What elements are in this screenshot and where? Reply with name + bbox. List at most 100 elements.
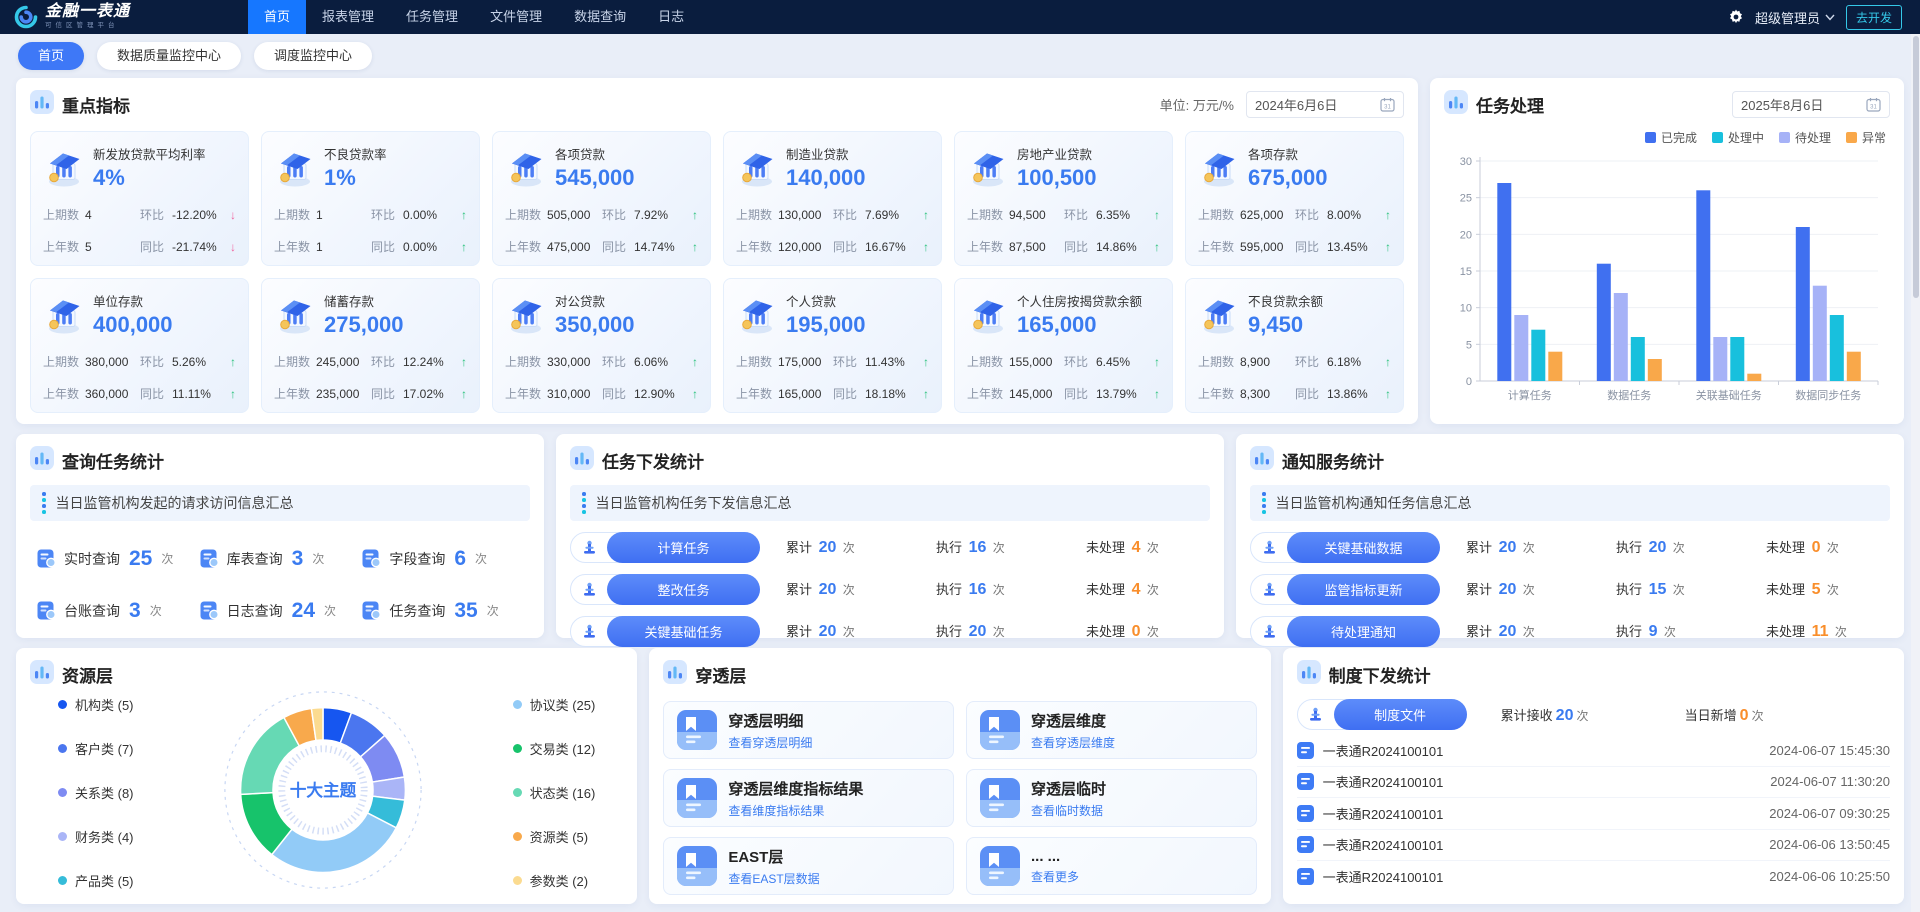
resource-legend-item: 资源类 (5) [513,827,596,846]
regulation-file-row[interactable]: 一表通R20241001012024-06-06 10:25:50 [1297,861,1890,893]
regulation-file-row[interactable]: 一表通R20241001012024-06-07 15:45:30 [1297,735,1890,767]
podium-icon [1262,540,1277,555]
nav-item[interactable]: 日志 [642,0,700,34]
penetration-card-link[interactable]: 查看临时数据 [1031,802,1106,819]
nav-item[interactable]: 报表管理 [306,0,390,34]
task-stat: 累计 20 次 [786,579,910,599]
scrollbar-thumb[interactable] [1913,36,1919,298]
query-item: 库表查询3次 [199,547,362,571]
kpi-value: 1% [324,165,387,191]
kpi-name: 各项贷款 [555,144,635,163]
kpi-card-text: 对公贷款350,000 [555,291,635,338]
penetration-card-text: 穿透层临时查看临时数据 [1031,778,1106,819]
task-pill-button[interactable]: 待处理通知 [1250,616,1440,647]
go-develop-button[interactable]: 去开发 [1846,5,1902,30]
penetration-card[interactable]: EAST层查看EAST层数据 [663,837,954,895]
penetration-card-link[interactable]: 查看穿透层维度 [1031,734,1115,751]
legend-item[interactable]: 待处理 [1779,129,1831,146]
penetration-card[interactable]: 穿透层维度指标结果查看维度指标结果 [663,769,954,827]
query-count: 35 [454,599,477,623]
regulation-file-row[interactable]: 一表通R20241001012024-06-07 09:30:25 [1297,798,1890,830]
kpi-value: 100,500 [1017,165,1097,191]
kpi-card-top: 新发放贷款平均利率4% [43,144,236,191]
up-arrow-icon: ↑ [686,208,698,222]
panel-chart-icon [30,90,54,114]
up-arrow-icon: ↑ [1379,355,1391,369]
legend-item[interactable]: 处理中 [1712,129,1764,146]
svg-text:关联基础任务: 关联基础任务 [1696,388,1762,402]
calendar-icon: 31 [1866,97,1881,112]
kpi-card-top: 各项存款675,000 [1198,144,1391,191]
top-navbar: 金融一表通 可信区管理平台 首页报表管理任务管理文件管理数据查询日志 超级管理员… [0,0,1920,34]
nav-item[interactable]: 首页 [248,0,306,34]
bar-chart-svg: 051015202530计算任务数据任务关联基础任务数据同步任务 [1444,148,1890,412]
legend-item[interactable]: 异常 [1846,129,1886,146]
legend-swatch [1712,132,1723,143]
up-arrow-icon: ↑ [1379,240,1391,254]
task-stat: 累计 20 次 [1466,537,1590,557]
kpi-card: 各项贷款545,000上期数505,000环比7.92%↑上年数475,000同… [492,131,711,266]
regulation-file-row[interactable]: 一表通R20241001012024-06-06 13:50:45 [1297,830,1890,862]
nav-item[interactable]: 文件管理 [474,0,558,34]
kpi-card-text: 新发放贷款平均利率4% [93,144,206,191]
kpi-name: 制造业贷款 [786,144,866,163]
task-pill-button[interactable]: 计算任务 [570,532,760,563]
legend-swatch [1779,132,1790,143]
kpi-card-grid: 新发放贷款平均利率4%上期数4环比-12.20%↓上年数5同比-21.74%↓ … [30,131,1404,413]
nav-item[interactable]: 任务管理 [390,0,474,34]
regulation-pill-button[interactable]: 制度文件 [1297,699,1467,730]
svg-text:5: 5 [1466,339,1472,351]
task-pill-button[interactable]: 整改任务 [570,574,760,605]
kpi-compare-row: 上年数360,000同比11.11%↑ [43,385,236,402]
task-stat-row: 计算任务累计 20 次执行 16 次未处理 4 次 [570,532,1210,563]
kpi-card: 制造业贷款140,000上期数130,000环比7.69%↑上年数120,000… [723,131,942,266]
penetration-cards: 穿透层明细查看穿透层明细 穿透层维度查看穿透层维度 穿透层维度指标结果查看维度指… [663,701,1256,895]
kpi-card: 对公贷款350,000上期数330,000环比6.06%↑上年数310,000同… [492,278,711,413]
nav-item[interactable]: 数据查询 [558,0,642,34]
svg-text:25: 25 [1460,193,1472,205]
penetration-card-link[interactable]: 查看更多 [1031,868,1079,885]
tab[interactable]: 调度监控中心 [254,42,372,70]
task-pill-button[interactable]: 监管指标更新 [1250,574,1440,605]
penetration-card[interactable]: 穿透层维度查看穿透层维度 [966,701,1257,759]
legend-dot [513,788,522,797]
regulation-file-row[interactable]: 一表通R20241001012024-06-07 11:30:20 [1297,767,1890,799]
tab[interactable]: 首页 [18,42,84,70]
penetration-card[interactable]: 穿透层明细查看穿透层明细 [663,701,954,759]
penetration-card-title: ... ... [1031,848,1079,865]
panel-title: 穿透层 [695,662,746,687]
dispatch-rows: 计算任务累计 20 次执行 16 次未处理 4 次 整改任务累计 20 次执行 … [570,532,1210,647]
penetration-card[interactable]: ... ... 查看更多 [966,837,1257,895]
penetration-card-text: 穿透层明细查看穿透层明细 [728,710,812,751]
up-arrow-icon: ↑ [917,208,929,222]
panel-chart-icon [30,446,54,470]
settings-gear-icon[interactable] [1728,9,1744,25]
cap-icon-slot [571,582,607,597]
kpi-date-picker[interactable]: 2024年6月6日 31 [1246,91,1404,118]
dots-icon [1262,492,1266,514]
up-arrow-icon: ↑ [686,387,698,401]
resource-legend-item: 协议类 (25) [513,695,596,714]
legend-dot [58,744,67,753]
task-stat: 累计 20 次 [786,537,910,557]
legend-item[interactable]: 已完成 [1645,129,1697,146]
task-date-picker[interactable]: 2025年8月6日 31 [1732,91,1890,118]
task-pill-button[interactable]: 关键基础数据 [1250,532,1440,563]
tab[interactable]: 数据质量监控中心 [97,42,241,70]
user-menu[interactable]: 超级管理员 [1755,8,1835,27]
task-stat: 执行 9 次 [1616,621,1740,641]
penetration-card-link[interactable]: 查看穿透层明细 [728,734,812,751]
penetration-card[interactable]: 穿透层临时查看临时数据 [966,769,1257,827]
kpi-card-text: 不良贷款余额9,450 [1248,291,1323,338]
regulation-dispatch-panel: 制度下发统计 制度文件 累计接收20次 当日新增0次 一表通R202410 [1283,648,1904,904]
cap-icon-slot [1251,540,1287,555]
main-content: 重点指标 单位: 万元/% 2024年6月6日 31 新发放贷款平均利率4%上期… [0,72,1920,904]
unit-label: 单位: 万元/% [1160,95,1234,114]
panel-subtitle: 当日监管机构发起的请求访问信息汇总 [30,485,530,521]
task-pill-button[interactable]: 关键基础任务 [570,616,760,647]
regulation-file-name: 一表通R2024100101 [1323,804,1444,823]
penetration-card-link[interactable]: 查看EAST层数据 [728,870,819,887]
podium-icon [1262,582,1277,597]
kpi-card-top: 个人住房按揭贷款余额165,000 [967,291,1160,338]
penetration-card-link[interactable]: 查看维度指标结果 [728,802,863,819]
